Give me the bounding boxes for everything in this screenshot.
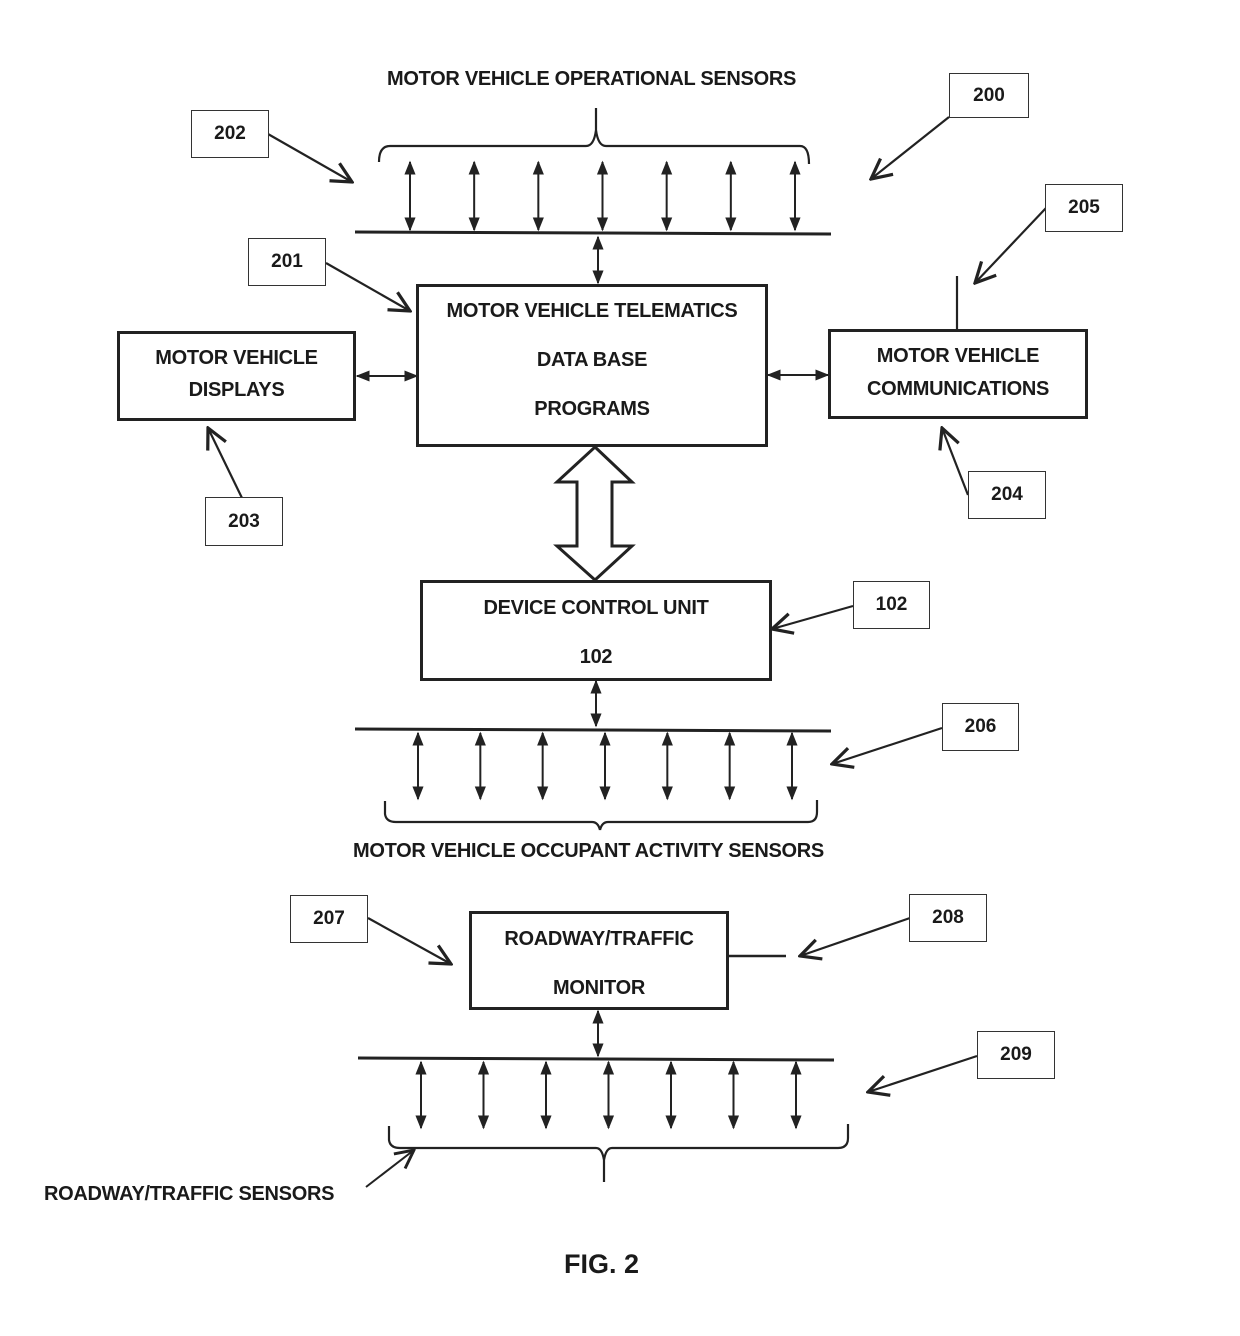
displays-block: MOTOR VEHICLE DISPLAYS xyxy=(117,331,356,421)
ref-207: 207 xyxy=(290,895,368,943)
roadway-sensors-leader xyxy=(365,1150,414,1188)
patent-figure: MOTOR VEHICLE OPERATIONAL SENSORS MOTOR … xyxy=(0,0,1240,1336)
ref-202: 202 xyxy=(191,110,269,158)
leader-201 xyxy=(325,262,410,311)
occupant-sensor-group xyxy=(354,679,832,831)
roadway-sensors-title: ROADWAY/TRAFFIC SENSORS xyxy=(44,1183,335,1205)
displays-line-1: MOTOR VEHICLE xyxy=(155,347,318,369)
roadway-sensors-brace xyxy=(387,1124,850,1182)
roadway-sensor-group xyxy=(357,1009,850,1188)
leader-207 xyxy=(367,917,451,964)
roadway-monitor-block: ROADWAY/TRAFFIC MONITOR xyxy=(469,911,729,1010)
leader-204 xyxy=(942,428,970,496)
occupant-sensors-brace xyxy=(383,800,819,831)
leader-102 xyxy=(772,604,854,629)
device-control-unit-block: DEVICE CONTROL UNIT 102 xyxy=(420,580,772,681)
displays-line-2: DISPLAYS xyxy=(188,379,285,401)
telematics-line-3: PROGRAMS xyxy=(534,398,650,420)
leader-202 xyxy=(267,133,352,182)
ref-205: 205 xyxy=(1045,184,1123,232)
ref-209: 209 xyxy=(977,1031,1055,1079)
ref-204: 204 xyxy=(968,471,1046,519)
telematics-line-1: MOTOR VEHICLE TELEMATICS xyxy=(446,300,738,322)
communications-line-2: COMMUNICATIONS xyxy=(866,378,1050,400)
ref-206: 206 xyxy=(942,703,1019,751)
telematics-line-2: DATA BASE xyxy=(536,349,648,371)
wide-double-arrow xyxy=(553,444,636,583)
communications-block: MOTOR VEHICLE COMMUNICATIONS xyxy=(828,329,1088,419)
leader-200 xyxy=(871,116,950,179)
communications-line-1: MOTOR VEHICLE xyxy=(876,345,1040,367)
dcu-line-1: DEVICE CONTROL UNIT xyxy=(483,597,709,619)
leader-206 xyxy=(832,726,943,764)
ref-200: 200 xyxy=(949,73,1029,118)
ref-208: 208 xyxy=(909,894,987,942)
leader-205 xyxy=(975,207,1047,283)
occupant-sensors-title: MOTOR VEHICLE OCCUPANT ACTIVITY SENSORS xyxy=(353,840,824,862)
ref-201: 201 xyxy=(248,238,326,286)
ref-203: 203 xyxy=(205,497,283,546)
leader-208 xyxy=(800,916,911,956)
monitor-line-2: MONITOR xyxy=(553,977,645,999)
dcu-line-2: 102 xyxy=(579,646,613,668)
figure-label: FIG. 2 xyxy=(564,1249,640,1279)
leader-203 xyxy=(208,428,243,499)
monitor-line-1: ROADWAY/TRAFFIC xyxy=(504,928,694,950)
roadway-sensor-bus xyxy=(357,1056,835,1062)
occupant-sensor-bus xyxy=(354,727,832,733)
operational-sensor-group xyxy=(354,108,832,285)
operational-sensors-title: MOTOR VEHICLE OPERATIONAL SENSORS xyxy=(387,68,797,90)
leader-209 xyxy=(868,1054,978,1092)
operational-sensor-bus xyxy=(354,230,832,236)
telematics-block: MOTOR VEHICLE TELEMATICS DATA BASE PROGR… xyxy=(416,284,768,447)
operational-sensors-brace xyxy=(377,108,811,165)
ref-102: 102 xyxy=(853,581,930,629)
